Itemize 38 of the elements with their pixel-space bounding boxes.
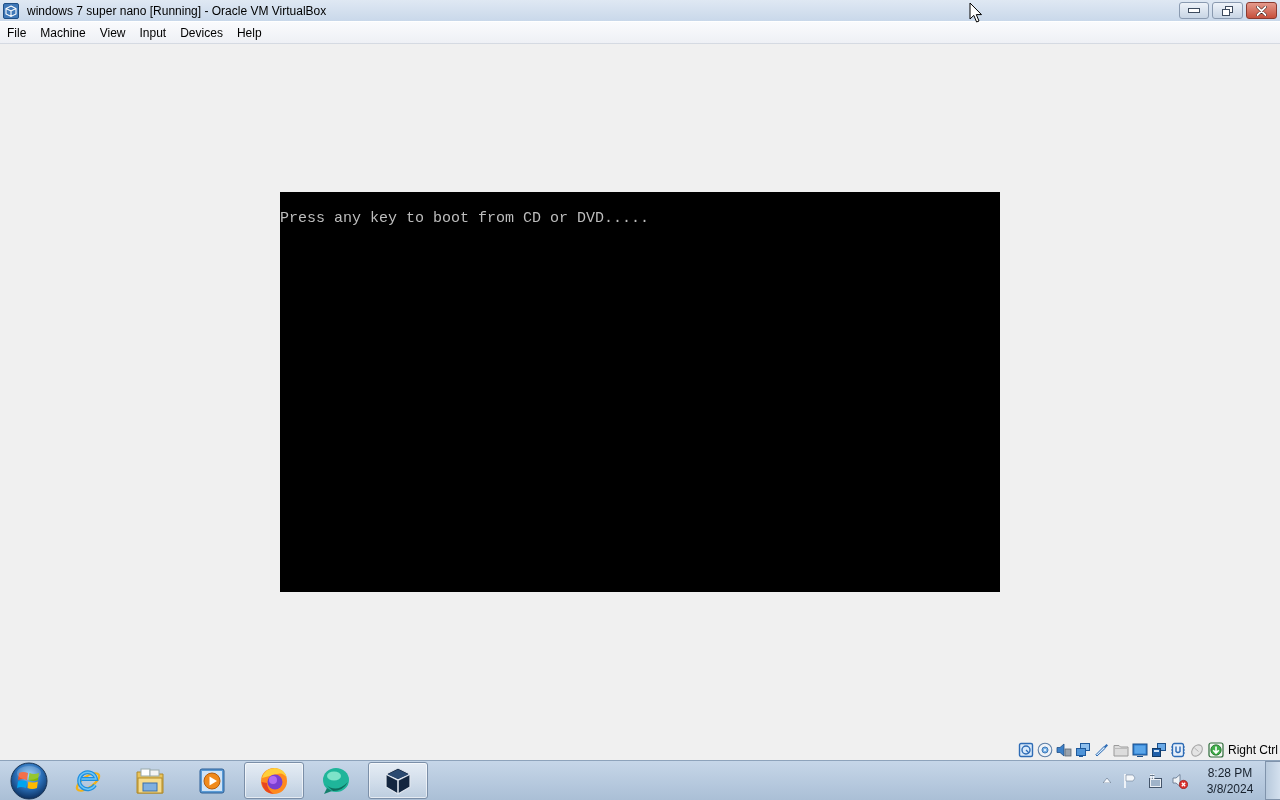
close-button[interactable] [1246,2,1277,19]
menu-item[interactable]: Help [229,22,269,43]
speaker-muted-icon[interactable] [1172,772,1188,789]
monitor-icon[interactable] [1132,742,1148,758]
play-icon [197,765,227,796]
clock-time: 8:28 PM [1207,764,1253,781]
network-icon[interactable] [1147,772,1163,789]
window-title: windows 7 super nano [Running] - Oracle VM VirtualBox [27,3,327,18]
flame-globe-icon [259,765,289,796]
host-key-label: Right Ctrl [1228,743,1278,757]
close-icon [1256,5,1267,16]
restore-button[interactable] [1212,2,1243,19]
menu-item[interactable]: File [0,22,34,43]
folder-icon [135,765,165,796]
show-hidden-icons-button[interactable] [1102,775,1112,786]
disk-icon[interactable] [1018,742,1034,758]
menu-item[interactable]: Machine [33,22,93,43]
bubble-icon [321,765,351,796]
minimize-button[interactable] [1179,2,1209,19]
menu-item[interactable]: Input [132,22,174,43]
pen-icon[interactable] [1094,742,1110,758]
minimize-icon [1188,8,1200,13]
network-icon[interactable] [1075,742,1091,758]
caret-up-icon [1103,778,1111,783]
menu-item[interactable]: View [92,22,133,43]
menu-item[interactable]: Devices [173,22,230,43]
down-arrow-icon[interactable] [1208,742,1224,758]
cube-icon [383,765,413,796]
cd-icon[interactable] [1037,742,1053,758]
clock-date: 3/8/2024 [1206,780,1254,797]
cube-icon [3,2,19,19]
speaker-icon[interactable] [1056,742,1072,758]
restore-icon [1222,5,1233,16]
chip-icon[interactable] [1170,742,1186,758]
taskbar-button[interactable] [368,762,428,799]
boot-message: Press any key to boot from CD or DVD..... [280,211,650,226]
start-orb-icon [10,761,48,800]
stacked-squares-icon[interactable] [1151,742,1167,758]
